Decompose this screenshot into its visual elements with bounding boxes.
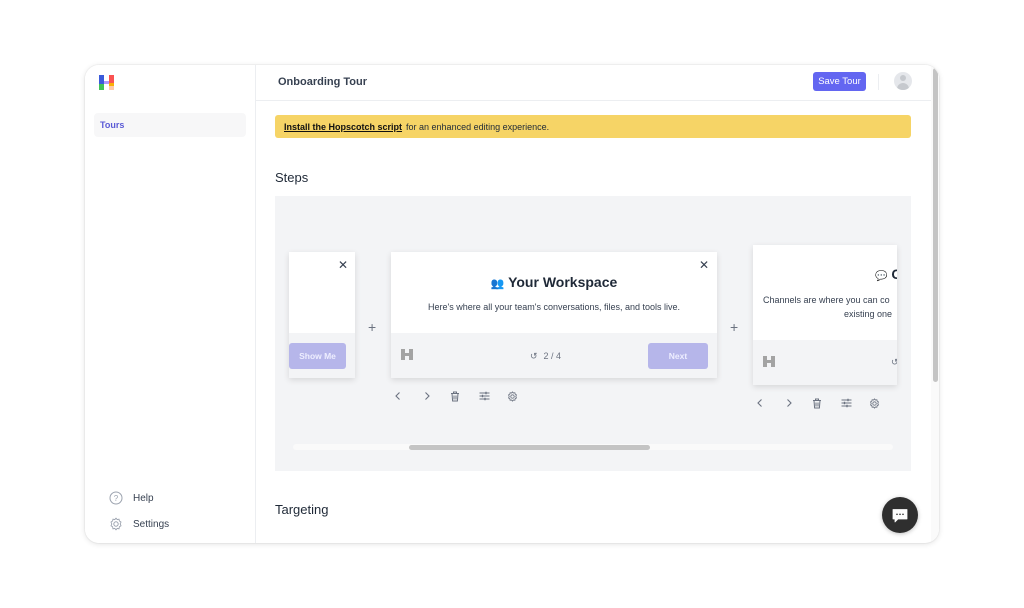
step-body: . <box>289 299 295 313</box>
save-tour-button[interactable]: Save Tour <box>813 72 866 91</box>
step-card[interactable]: 💬 C Channels are where you can co existi… <box>753 245 897 385</box>
sidebar: Tours ? Help Settings <box>85 65 256 543</box>
step-toolbar <box>755 396 898 410</box>
show-me-button[interactable]: Show Me <box>289 343 346 369</box>
gear-icon[interactable] <box>507 389 536 403</box>
sliders-icon[interactable] <box>479 389 508 403</box>
gear-icon[interactable] <box>869 396 898 410</box>
targeting-heading: Targeting <box>275 502 329 517</box>
step-title: 💬 C <box>875 266 897 282</box>
hopscotch-mark-icon <box>763 356 775 367</box>
sidebar-item-label: Tours <box>100 120 125 130</box>
help-circle-icon: ? <box>109 491 123 505</box>
vertical-scrollbar-thumb[interactable] <box>933 68 938 382</box>
main-content: Onboarding Tour Save Tour Install the Ho… <box>256 65 939 543</box>
step-body: Channels are where you can co existing o… <box>763 295 893 319</box>
avatar-body <box>897 83 909 90</box>
speech-bubble-icon: 💬 <box>875 271 888 282</box>
hopscotch-mark-icon <box>401 349 413 360</box>
install-script-link[interactable]: Install the Hopscotch script <box>284 122 402 132</box>
sidebar-item-settings[interactable]: Settings <box>109 515 169 533</box>
people-icon: 👥 <box>490 278 505 290</box>
step-footer: Show Me <box>289 333 355 378</box>
sidebar-item-tours[interactable]: Tours <box>94 113 246 137</box>
step-body: Here's where all your team's conversatio… <box>427 302 681 312</box>
sidebar-item-help[interactable]: ? Help <box>109 489 154 507</box>
gear-icon <box>109 517 123 531</box>
trash-icon[interactable] <box>812 396 841 410</box>
app-window: Tours ? Help Settings Onboarding Tour Sa… <box>85 65 939 543</box>
restart-icon[interactable]: ↺ <box>891 357 897 368</box>
steps-carousel: ✕ . Show Me + ✕ 👥 Your Workspace Here's … <box>275 196 911 471</box>
install-script-banner: Install the Hopscotch script for an enhan… <box>275 115 911 138</box>
close-icon[interactable]: ✕ <box>699 259 709 271</box>
steps-heading: Steps <box>275 170 309 185</box>
hopscotch-logo-icon[interactable] <box>99 75 114 90</box>
add-step-icon[interactable]: + <box>730 319 738 335</box>
step-footer: ↺ 2 / 4 Next <box>391 333 717 378</box>
add-step-icon[interactable]: + <box>368 319 376 335</box>
close-icon[interactable]: ✕ <box>338 259 348 271</box>
prev-step-icon[interactable] <box>755 396 784 410</box>
restart-icon[interactable]: ↺ <box>530 351 538 361</box>
sidebar-item-label: Help <box>133 492 154 504</box>
next-button[interactable]: Next <box>648 343 708 369</box>
trash-icon[interactable] <box>450 389 479 403</box>
svg-text:?: ? <box>114 494 119 503</box>
chat-launcher-button[interactable] <box>882 497 918 533</box>
step-footer: ↺ <box>753 340 897 385</box>
avatar-head <box>900 75 906 81</box>
banner-text: for an enhanced editing experience. <box>406 122 550 132</box>
sliders-icon[interactable] <box>841 396 870 410</box>
page-title: Onboarding Tour <box>278 76 368 88</box>
top-bar: Onboarding Tour Save Tour <box>256 65 939 101</box>
chat-bubble-icon <box>892 508 908 522</box>
next-step-icon[interactable] <box>784 396 813 410</box>
step-toolbar <box>393 389 536 403</box>
step-card[interactable]: ✕ . Show Me <box>289 252 355 378</box>
user-avatar[interactable] <box>894 72 912 90</box>
sidebar-item-label: Settings <box>133 518 170 530</box>
next-step-icon[interactable] <box>422 389 451 403</box>
divider <box>878 74 879 90</box>
step-card[interactable]: ✕ 👥 Your Workspace Here's where all your… <box>391 252 717 378</box>
horizontal-scrollbar-thumb[interactable] <box>409 445 650 450</box>
step-counter: ↺ 2 / 4 <box>530 351 562 361</box>
prev-step-icon[interactable] <box>393 389 422 403</box>
step-title: 👥 Your Workspace <box>490 274 618 290</box>
